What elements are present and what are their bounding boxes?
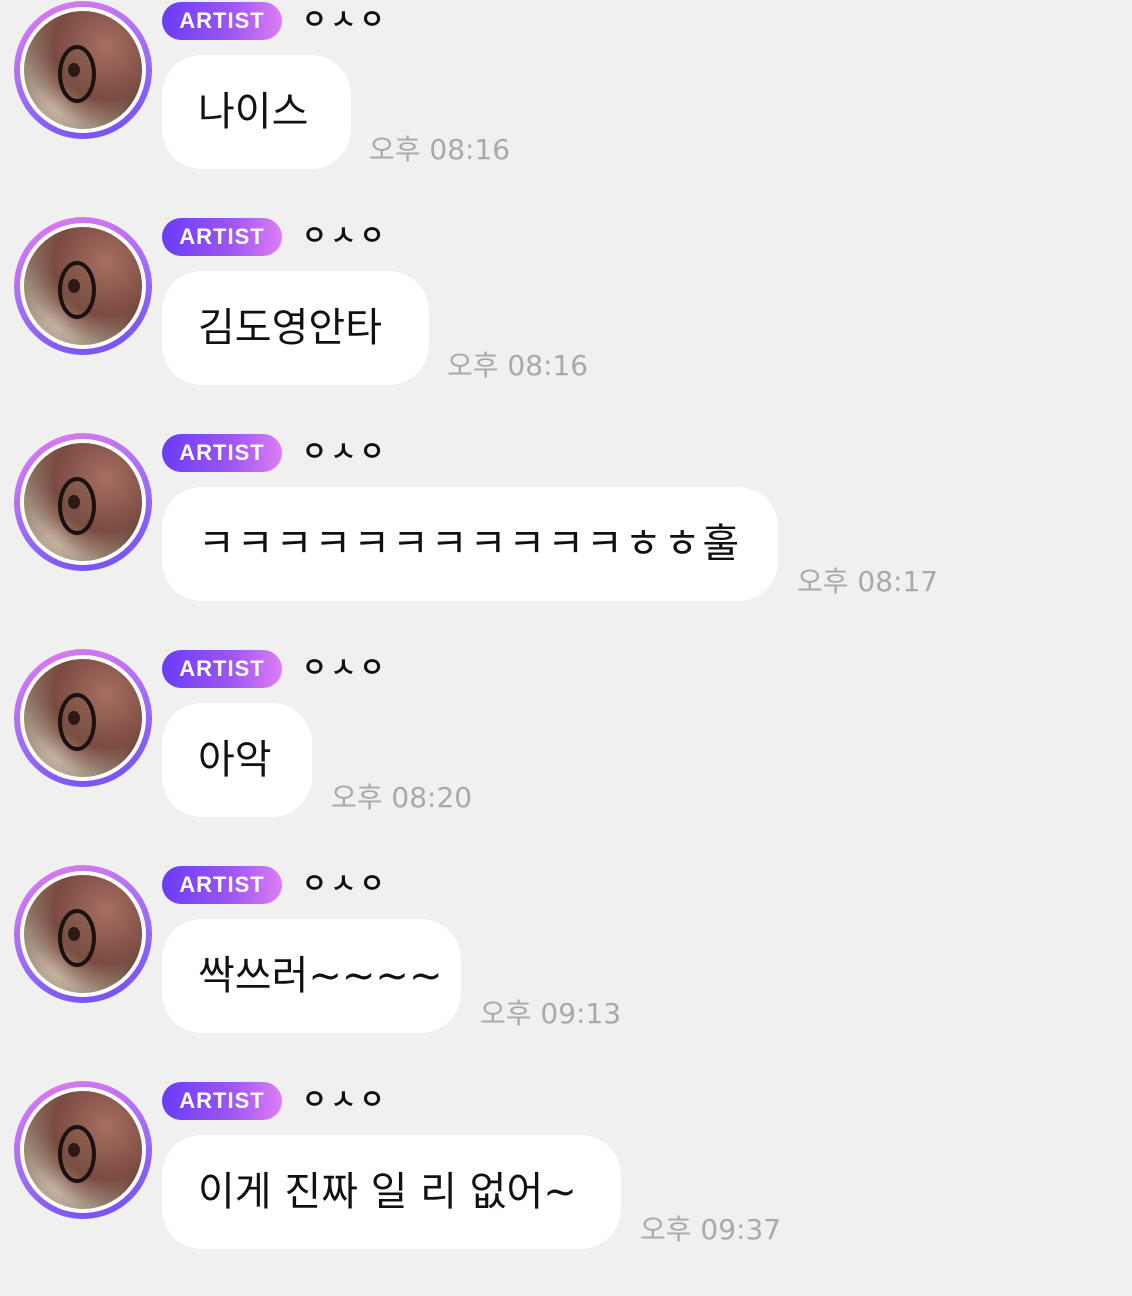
message-timestamp: 오후 08:17 [797, 565, 939, 598]
eye-detail [68, 495, 80, 509]
message-timestamp: 오후 08:20 [331, 781, 473, 814]
avatar[interactable] [14, 865, 152, 1003]
artist-badge: ARTIST [162, 866, 282, 904]
avatar-photo [24, 227, 142, 345]
message-row: ARTIST ㅇㅅㅇ 싹쓰러~~~~ 오후 09:13 [0, 864, 1132, 1080]
avatar[interactable] [14, 1, 152, 139]
message-timestamp: 오후 09:37 [640, 1213, 782, 1246]
message-bubble[interactable]: 아악 [162, 703, 312, 817]
eye-detail [68, 1143, 80, 1157]
message-row: ARTIST ㅇㅅㅇ ㅋㅋㅋㅋㅋㅋㅋㅋㅋㅋㅋㅎㅎ훌 오후 08:17 [0, 432, 1132, 648]
eye-detail [68, 63, 80, 77]
message-row: ARTIST ㅇㅅㅇ 김도영안타 오후 08:16 [0, 216, 1132, 432]
message-bubble[interactable]: 나이스 [162, 55, 351, 169]
artist-badge: ARTIST [162, 2, 282, 40]
artist-badge: ARTIST [162, 434, 282, 472]
avatar-photo [24, 443, 142, 561]
avatar[interactable] [14, 433, 152, 571]
chat-message-list[interactable]: ARTIST ㅇㅅㅇ 나이스 오후 08:16 ARTIST ㅇㅅㅇ 김도영안타… [0, 0, 1132, 1266]
avatar-photo [24, 1091, 142, 1209]
eye-detail [68, 279, 80, 293]
message-timestamp: 오후 08:16 [369, 133, 511, 166]
message-bubble[interactable]: 김도영안타 [162, 271, 429, 385]
eye-detail [68, 711, 80, 725]
sender-name[interactable]: ㅇㅅㅇ [302, 652, 389, 686]
artist-badge: ARTIST [162, 650, 282, 688]
message-row: ARTIST ㅇㅅㅇ 이게 진짜 일 리 없어~ 오후 09:37 [0, 1080, 1132, 1296]
eye-detail [68, 927, 80, 941]
sender-name[interactable]: ㅇㅅㅇ [302, 4, 389, 38]
message-timestamp: 오후 09:13 [480, 997, 622, 1030]
artist-badge: ARTIST [162, 218, 282, 256]
sender-name[interactable]: ㅇㅅㅇ [302, 436, 389, 470]
avatar[interactable] [14, 1081, 152, 1219]
sender-name[interactable]: ㅇㅅㅇ [302, 868, 389, 902]
avatar-photo [24, 659, 142, 777]
message-bubble[interactable]: ㅋㅋㅋㅋㅋㅋㅋㅋㅋㅋㅋㅎㅎ훌 [162, 487, 778, 601]
message-row: ARTIST ㅇㅅㅇ 나이스 오후 08:16 [0, 0, 1132, 216]
avatar-photo [24, 11, 142, 129]
avatar-photo [24, 875, 142, 993]
avatar[interactable] [14, 649, 152, 787]
message-row: ARTIST ㅇㅅㅇ 아악 오후 08:20 [0, 648, 1132, 864]
sender-name[interactable]: ㅇㅅㅇ [302, 220, 389, 254]
sender-name[interactable]: ㅇㅅㅇ [302, 1084, 389, 1118]
message-bubble[interactable]: 이게 진짜 일 리 없어~ [162, 1135, 621, 1249]
avatar[interactable] [14, 217, 152, 355]
artist-badge: ARTIST [162, 1082, 282, 1120]
message-timestamp: 오후 08:16 [447, 349, 589, 382]
message-bubble[interactable]: 싹쓰러~~~~ [162, 919, 461, 1033]
